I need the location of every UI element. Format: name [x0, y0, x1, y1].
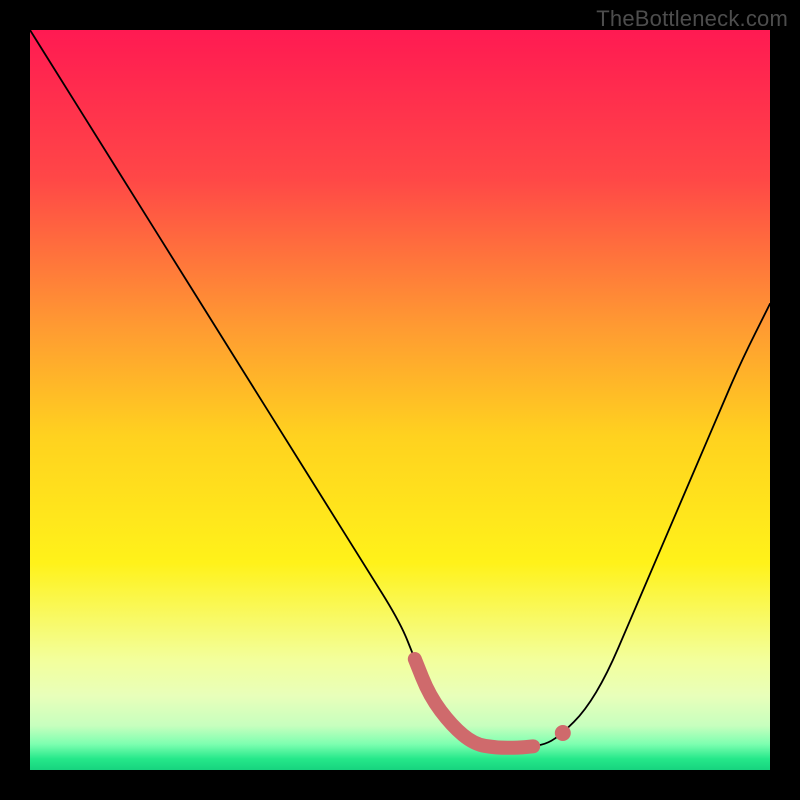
watermark-text: TheBottleneck.com: [596, 6, 788, 32]
bottleneck-curve: [30, 30, 770, 770]
chart-frame: TheBottleneck.com: [0, 0, 800, 800]
plot-area: [30, 30, 770, 770]
